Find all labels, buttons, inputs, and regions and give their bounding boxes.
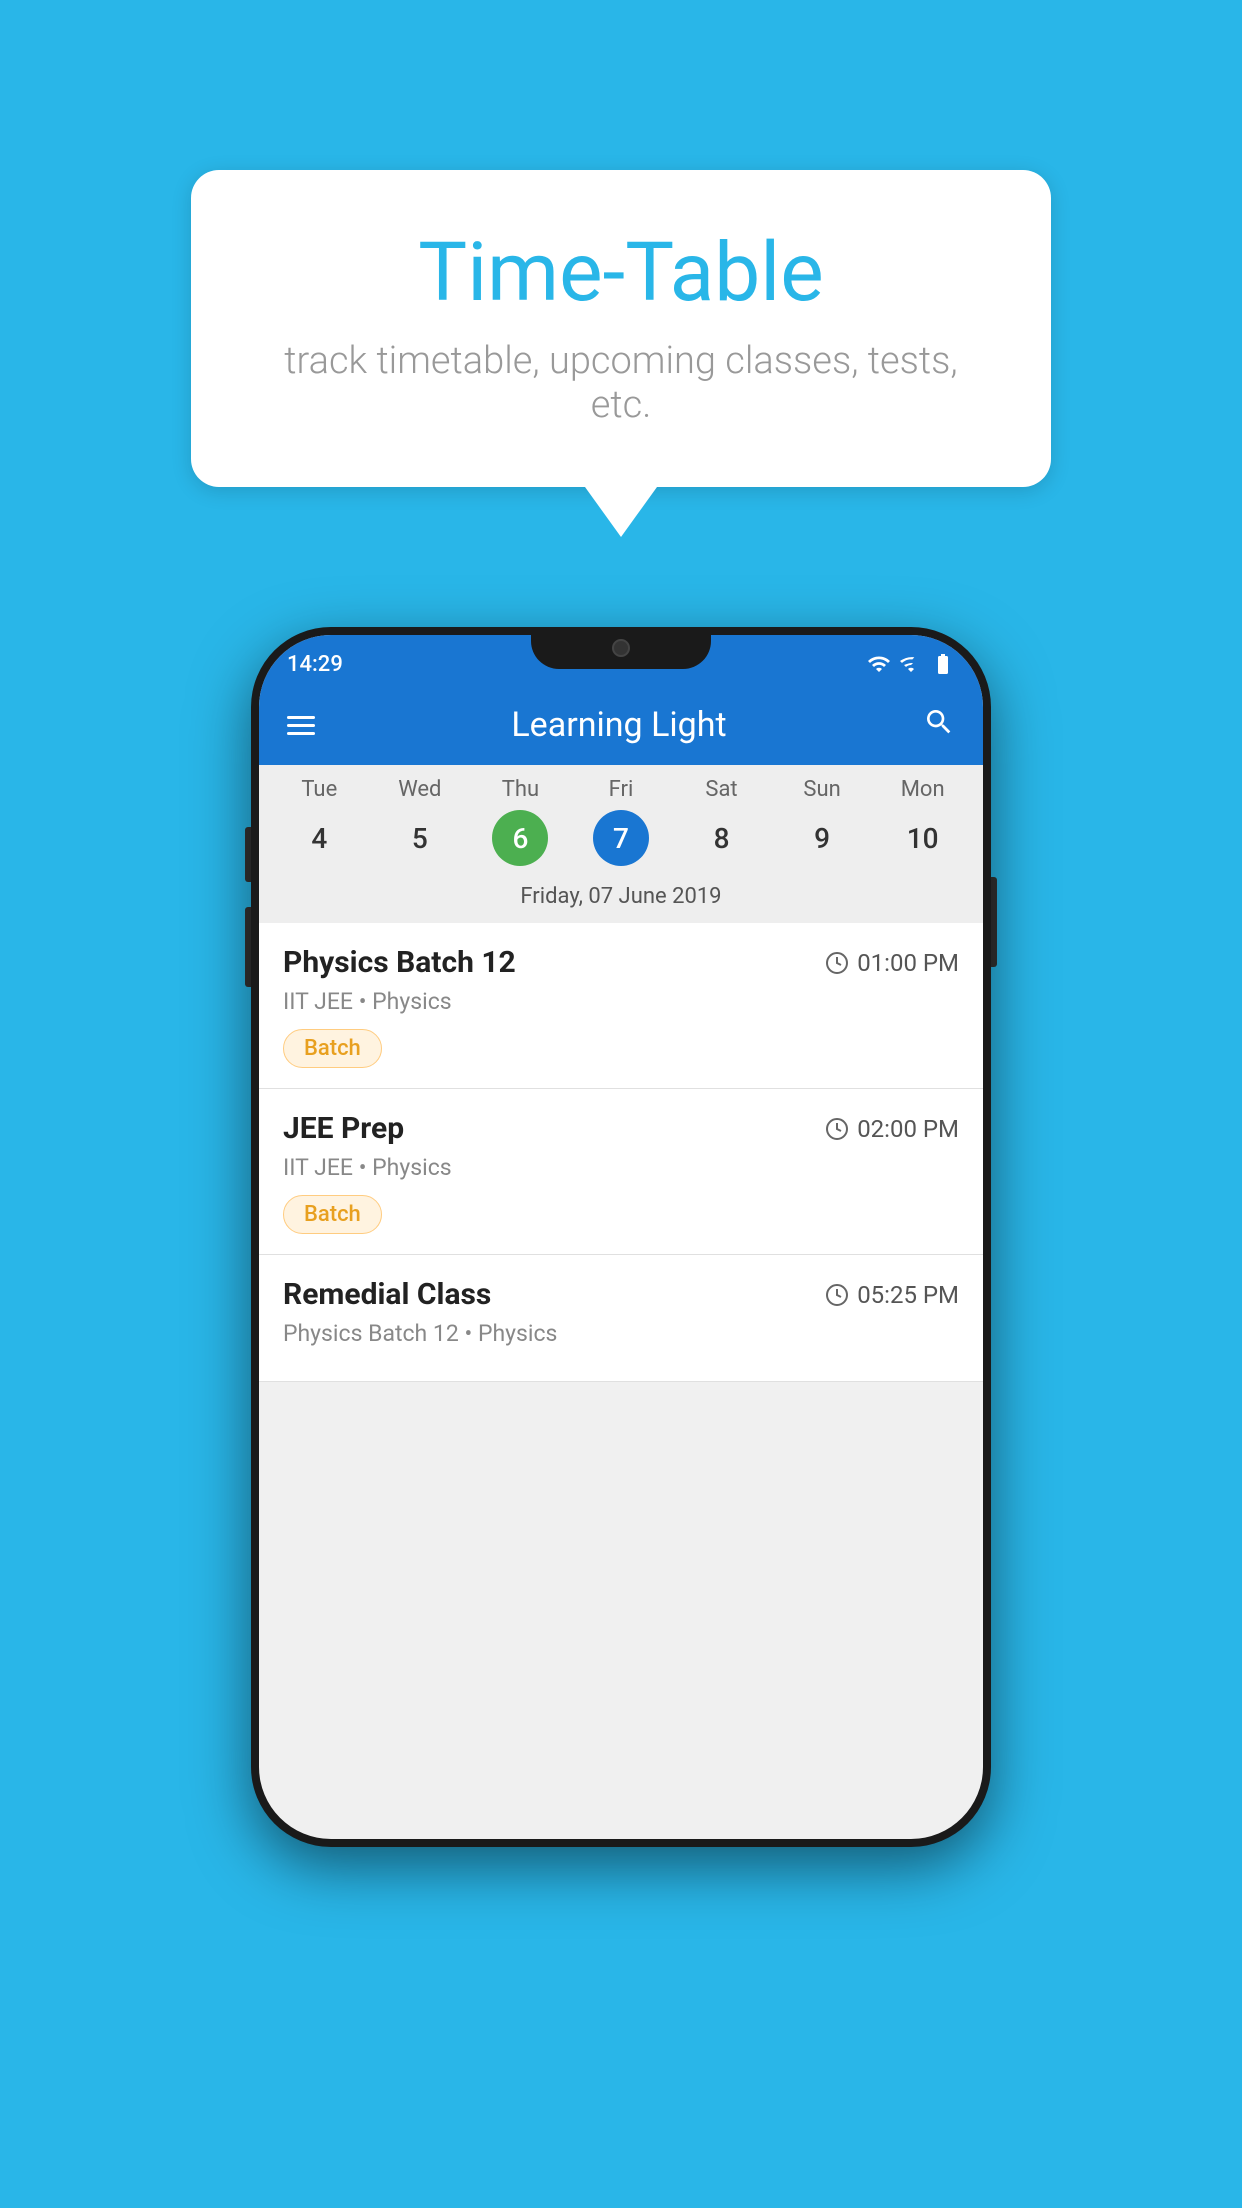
schedule-item-1-time-text: 01:00 PM [857,949,959,977]
speech-bubble-card: Time-Table track timetable, upcoming cla… [191,170,1051,487]
schedule-item-3-time: 05:25 PM [825,1281,959,1309]
battery-icon [931,652,955,676]
schedule-item-1[interactable]: Physics Batch 12 01:00 PM IIT JEE • Phys… [259,923,983,1089]
status-time: 14:29 [287,652,343,677]
schedule-item-2-badge: Batch [283,1195,382,1234]
power-button [991,877,997,967]
schedule-item-1-title: Physics Batch 12 [283,945,516,980]
weekday-tue[interactable]: Tue 4 [276,777,362,874]
phone-screen: 14:29 [259,635,983,1839]
weekday-mon[interactable]: Mon 10 [880,777,966,874]
signal-icon [899,652,923,676]
schedule-item-1-header: Physics Batch 12 01:00 PM [283,945,959,980]
speech-bubble-title: Time-Table [251,225,991,321]
schedule-item-2-title: JEE Prep [283,1111,404,1146]
schedule-item-2-time: 02:00 PM [825,1115,959,1143]
app-bar-title: Learning Light [511,705,726,745]
schedule-item-1-time: 01:00 PM [825,949,959,977]
schedule-item-2-time-text: 02:00 PM [857,1115,959,1143]
hamburger-line-3 [287,732,315,735]
schedule-item-3-time-text: 05:25 PM [857,1281,959,1309]
weekday-label-wed: Wed [398,777,441,802]
schedule-item-2-header: JEE Prep 02:00 PM [283,1111,959,1146]
weekday-num-sat: 8 [694,810,750,866]
hamburger-line-2 [287,724,315,727]
schedule-item-3-header: Remedial Class 05:25 PM [283,1277,959,1312]
weekday-num-wed: 5 [392,810,448,866]
status-icons [867,652,955,676]
phone-frame: 14:29 [251,627,991,1847]
hamburger-line-1 [287,716,315,719]
weekday-num-fri: 7 [593,810,649,866]
schedule-item-3[interactable]: Remedial Class 05:25 PM Physics Batch 12… [259,1255,983,1382]
clock-icon-3 [825,1283,849,1307]
weekday-num-tue: 4 [291,810,347,866]
weekday-label-sun: Sun [803,777,840,802]
front-camera [612,639,630,657]
clock-icon-2 [825,1117,849,1141]
schedule-item-1-subject: IIT JEE • Physics [283,988,959,1015]
weekday-label-fri: Fri [609,777,634,802]
app-bar: Learning Light [259,685,983,765]
schedule-item-1-badge: Batch [283,1029,382,1068]
phone-frame-wrapper: 14:29 [251,627,991,1847]
speech-bubble-subtitle: track timetable, upcoming classes, tests… [251,339,991,427]
speech-bubble-section: Time-Table track timetable, upcoming cla… [191,170,1051,537]
weekday-label-mon: Mon [901,777,945,802]
wifi-icon [867,652,891,676]
weekday-label-sat: Sat [705,777,737,802]
schedule-item-2[interactable]: JEE Prep 02:00 PM IIT JEE • Physics Batc… [259,1089,983,1255]
weekday-num-sun: 9 [794,810,850,866]
weekdays-row: Tue 4 Wed 5 Thu 6 Fri [259,777,983,874]
hamburger-menu-button[interactable] [287,716,315,735]
weekday-thu[interactable]: Thu 6 [477,777,563,874]
selected-date-label: Friday, 07 June 2019 [259,874,983,923]
calendar-week-view: Tue 4 Wed 5 Thu 6 Fri [259,765,983,923]
weekday-sat[interactable]: Sat 8 [679,777,765,874]
weekday-num-mon: 10 [895,810,951,866]
clock-icon-1 [825,951,849,975]
phone-notch [531,627,711,669]
weekday-label-thu: Thu [502,777,539,802]
speech-bubble-arrow [585,487,657,537]
schedule-item-2-subject: IIT JEE • Physics [283,1154,959,1181]
schedule-container: Physics Batch 12 01:00 PM IIT JEE • Phys… [259,923,983,1382]
weekday-wed[interactable]: Wed 5 [377,777,463,874]
schedule-item-3-subject: Physics Batch 12 • Physics [283,1320,959,1347]
weekday-fri[interactable]: Fri 7 [578,777,664,874]
schedule-item-3-title: Remedial Class [283,1277,491,1312]
search-button[interactable] [923,706,955,745]
weekday-label-tue: Tue [301,777,337,802]
weekday-sun[interactable]: Sun 9 [779,777,865,874]
weekday-num-thu: 6 [492,810,548,866]
